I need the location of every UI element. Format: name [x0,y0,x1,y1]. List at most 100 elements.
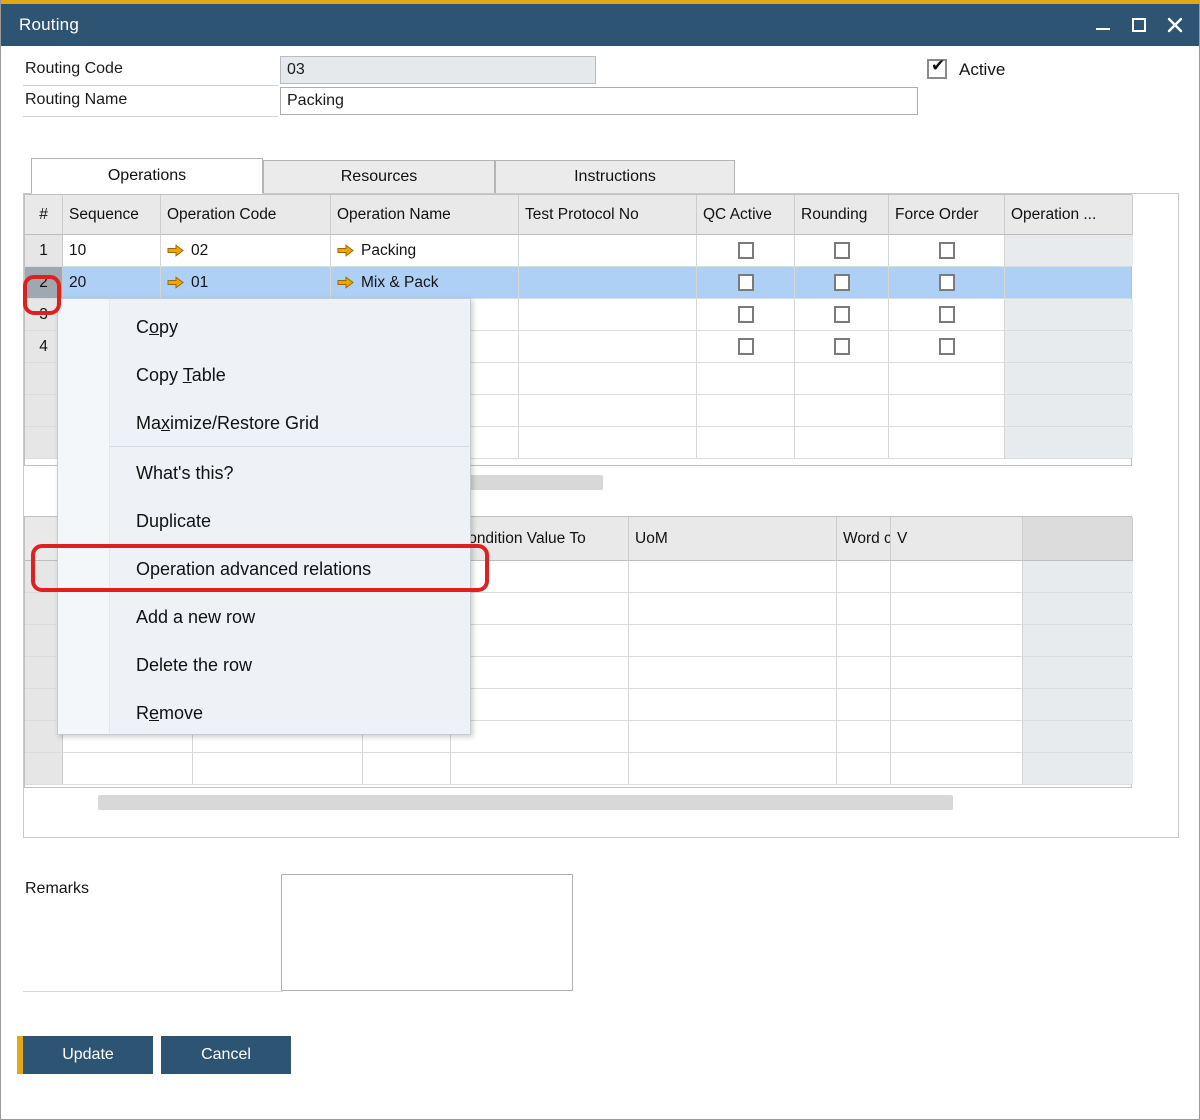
detail-column-header-uom[interactable]: Word code [837,517,891,561]
close-icon[interactable] [1157,4,1193,46]
operations-cell-force-order[interactable] [889,235,1005,266]
detail-cell-word-code[interactable] [891,753,1023,784]
operations-cell-force-order[interactable] [889,331,1005,362]
operations-cell-operation-name[interactable]: Mix & Pack [331,267,519,298]
rounding-checkbox[interactable] [834,242,850,259]
operations-cell-test-protocol-no[interactable] [519,235,697,266]
qc-active-checkbox[interactable] [738,242,754,259]
tab-resources[interactable]: Resources [263,160,495,194]
maximize-icon[interactable] [1121,4,1157,46]
remarks-textarea[interactable] [281,874,573,991]
detail-cell-uom[interactable] [837,625,891,656]
cancel-button[interactable]: Cancel [161,1036,291,1074]
context-menu[interactable]: CopyCopy TableMaximize/Restore GridWhat'… [57,298,471,735]
detail-column-header-col-v[interactable] [1023,517,1133,561]
detail-cell-uom[interactable] [837,593,891,624]
operations-column-header-operation-tail[interactable]: Operation ... [1005,195,1133,235]
operations-cell-row-number[interactable]: 1 [25,235,63,266]
detail-cell-uom[interactable] [837,753,891,784]
operations-cell-qc-active[interactable] [697,363,795,394]
detail-cell-col-v[interactable] [1023,625,1133,656]
operations-column-header-rounding[interactable]: Rounding [795,195,889,235]
detail-cell-col-v[interactable] [1023,753,1133,784]
menu-item-maximize-restore-grid[interactable]: Maximize/Restore Grid [58,399,470,447]
routing-code-input[interactable]: 03 [280,56,596,84]
menu-item-what-s-this[interactable]: What's this? [58,449,470,497]
detail-cell-col-a[interactable] [63,753,193,784]
operations-cell-operation-code[interactable]: 02 [161,235,331,266]
operations-column-header-operation-name[interactable]: Operation Name [331,195,519,235]
detail-cell-uom[interactable] [837,561,891,592]
operations-cell-test-protocol-no[interactable] [519,363,697,394]
detail-cell-condition-type[interactable] [363,753,451,784]
rounding-checkbox[interactable] [834,306,850,323]
detail-cell-word-code[interactable] [891,625,1023,656]
menu-item-operation-advanced-relations[interactable]: Operation advanced relations [58,545,470,593]
rounding-checkbox[interactable] [834,338,850,355]
operations-cell-test-protocol-no[interactable] [519,299,697,330]
menu-item-copy-table[interactable]: Copy Table [58,351,470,399]
force-order-checkbox[interactable] [939,338,955,355]
qc-active-checkbox[interactable] [738,338,754,355]
operations-column-header-operation-code[interactable]: Operation Code [161,195,331,235]
detail-cell-condition-value-to[interactable] [629,657,837,688]
detail-cell-word-code[interactable] [891,561,1023,592]
detail-cell-condition-value[interactable] [451,753,629,784]
operations-cell-operation-tail[interactable] [1005,299,1133,330]
operations-cell-sequence[interactable]: 20 [63,267,161,298]
detail-cell-col-v[interactable] [1023,561,1133,592]
operations-column-header-force-order[interactable]: Force Order [889,195,1005,235]
operations-column-header-test-protocol-no[interactable]: Test Protocol No [519,195,697,235]
operations-cell-qc-active[interactable] [697,299,795,330]
detail-cell-condition-value-to[interactable] [629,593,837,624]
detail-cell-condition-value[interactable] [451,657,629,688]
minimize-icon[interactable] [1085,4,1121,46]
detail-cell-col-v[interactable] [1023,721,1133,752]
routing-name-input[interactable]: Packing [280,87,918,115]
detail-cell-condition-value-to[interactable] [629,625,837,656]
operations-column-header-sequence[interactable]: Sequence [63,195,161,235]
detail-cell-uom[interactable] [837,657,891,688]
force-order-checkbox[interactable] [939,306,955,323]
operations-column-header-qc-active[interactable]: QC Active [697,195,795,235]
operations-cell-force-order[interactable] [889,395,1005,426]
detail-grid-hscrollbar[interactable] [98,795,953,810]
operations-column-header-row-number[interactable]: # [25,195,63,235]
operations-cell-force-order[interactable] [889,363,1005,394]
detail-cell-condition-value[interactable] [451,593,629,624]
operations-cell-qc-active[interactable] [697,331,795,362]
detail-column-header-condition-value-to[interactable]: UoM [629,517,837,561]
menu-item-copy[interactable]: Copy [58,303,470,351]
operations-cell-test-protocol-no[interactable] [519,331,697,362]
operations-cell-row-number[interactable]: 2 [25,267,63,298]
menu-item-add-a-new-row[interactable]: Add a new row [58,593,470,641]
detail-cell-uom[interactable] [837,721,891,752]
operations-table-row[interactable]: 22001Mix & Pack [25,267,1131,299]
operations-cell-test-protocol-no[interactable] [519,427,697,458]
detail-cell-row-number[interactable] [25,753,63,784]
detail-cell-condition-value[interactable] [451,561,629,592]
detail-cell-condition-value[interactable] [451,721,629,752]
detail-cell-condition-value[interactable] [451,625,629,656]
operations-table-row[interactable]: 11002Packing [25,235,1131,267]
detail-cell-word-code[interactable] [891,657,1023,688]
operations-cell-rounding[interactable] [795,395,889,426]
detail-cell-condition-value-to[interactable] [629,753,837,784]
operations-cell-operation-name[interactable]: Packing [331,235,519,266]
rounding-checkbox[interactable] [834,274,850,291]
operations-cell-rounding[interactable] [795,427,889,458]
update-button[interactable]: Update [23,1036,153,1074]
tab-operations[interactable]: Operations [31,158,263,194]
menu-item-delete-the-row[interactable]: Delete the row [58,641,470,689]
detail-cell-condition-value[interactable] [451,689,629,720]
operations-cell-qc-active[interactable] [697,235,795,266]
operations-cell-test-protocol-no[interactable] [519,395,697,426]
menu-item-remove[interactable]: Remove [58,689,470,737]
operations-cell-rounding[interactable] [795,331,889,362]
detail-cell-word-code[interactable] [891,593,1023,624]
detail-cell-col-b[interactable] [193,753,363,784]
operations-cell-rounding[interactable] [795,235,889,266]
operations-cell-rounding[interactable] [795,267,889,298]
detail-cell-condition-value-to[interactable] [629,721,837,752]
detail-cell-word-code[interactable] [891,721,1023,752]
